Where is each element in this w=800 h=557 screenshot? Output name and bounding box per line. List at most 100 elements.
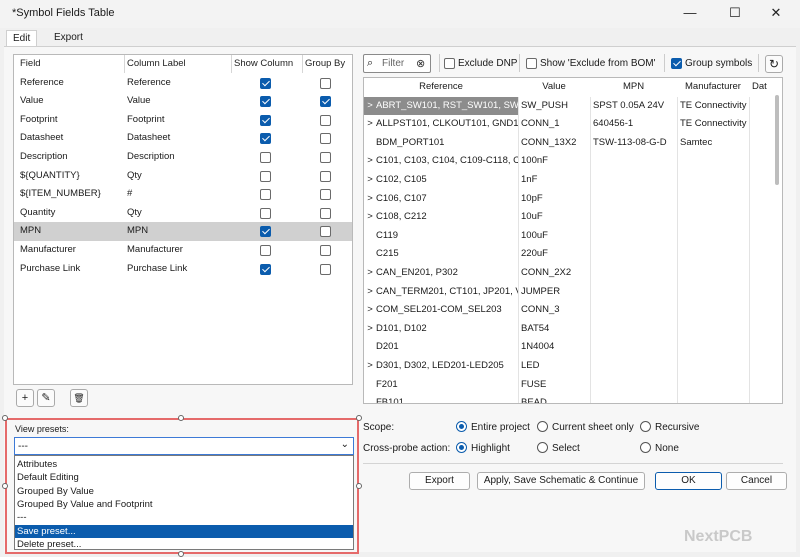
group-by-checkbox[interactable] (320, 207, 331, 219)
grid-row[interactable]: > C108, C212 10uF (364, 208, 774, 227)
field-row[interactable]: ${QUANTITY} Qty (14, 167, 352, 186)
grid-row[interactable]: F201 FUSE (364, 376, 774, 395)
header-column-label[interactable]: Column Label (127, 55, 227, 74)
clear-filter-icon[interactable]: ⊗ (416, 57, 425, 70)
field-row[interactable]: Footprint Footprint (14, 111, 352, 130)
grid-header-datasheet[interactable]: Dat (749, 78, 779, 97)
field-row[interactable]: MPN MPN (14, 222, 352, 241)
grid-header-mpn[interactable]: MPN (590, 78, 677, 97)
field-column-label[interactable]: Qty (127, 167, 231, 186)
field-column-label[interactable]: Description (127, 148, 231, 167)
preset-option[interactable]: Attributes (15, 458, 353, 471)
grid-header-reference[interactable]: Reference (364, 78, 518, 97)
grid-row[interactable]: > ALLPST101, CLKOUT101, GND101 CONN_1 64045… (364, 115, 774, 134)
close-button[interactable]: ✕ (754, 2, 798, 26)
minimize-button[interactable]: — (668, 2, 712, 26)
scope-recursive-radio[interactable] (640, 421, 651, 432)
show-column-checkbox[interactable] (260, 152, 271, 163)
grid-row[interactable]: C215 220uF (364, 245, 774, 264)
expand-chevron-icon[interactable]: > (364, 301, 376, 320)
show-column-checkbox[interactable] (260, 114, 271, 126)
expand-chevron-icon[interactable]: > (364, 357, 376, 376)
header-field[interactable]: Field (20, 55, 120, 74)
group-by-checkbox[interactable] (320, 245, 331, 256)
field-row[interactable]: Manufacturer Manufacturer (14, 241, 352, 260)
group-by-checkbox[interactable] (320, 77, 331, 89)
group-by-checkbox[interactable] (320, 170, 331, 182)
crossprobe-select-radio[interactable] (537, 442, 548, 453)
group-by-checkbox[interactable] (320, 189, 331, 201)
group-by-checkbox[interactable] (320, 96, 331, 108)
view-presets-dropdown[interactable]: --- ⌄ (14, 437, 354, 455)
field-row[interactable]: Reference Reference (14, 74, 352, 93)
field-column-label[interactable]: Footprint (127, 111, 231, 130)
group-by-checkbox[interactable] (320, 263, 331, 275)
field-row[interactable]: Value Value (14, 92, 352, 111)
field-column-label[interactable]: Datasheet (127, 129, 231, 148)
apply-save-continue-button[interactable]: Apply, Save Schematic & Continue (477, 472, 645, 490)
show-column-checkbox[interactable] (260, 170, 271, 182)
preset-option[interactable]: Default Editing (15, 471, 353, 484)
crossprobe-none-radio[interactable] (640, 442, 651, 453)
field-column-label[interactable]: Purchase Link (127, 260, 231, 279)
grid-row[interactable]: > COM_SEL201-COM_SEL203 CONN_3 (364, 301, 774, 320)
filter-input[interactable]: ⌕ Filter ⊗ (363, 54, 431, 73)
grid-header-value[interactable]: Value (518, 78, 590, 97)
field-column-label[interactable]: MPN (127, 222, 231, 241)
cancel-button[interactable]: Cancel (726, 472, 787, 490)
resize-handle[interactable] (356, 483, 362, 489)
group-by-checkbox[interactable] (320, 133, 331, 145)
header-group-by[interactable]: Group By (305, 55, 351, 74)
field-column-label[interactable]: Manufacturer (127, 241, 231, 260)
preset-option[interactable]: Delete preset... (15, 538, 353, 551)
group-symbols-checkbox[interactable] (671, 58, 682, 69)
expand-chevron-icon[interactable]: > (364, 171, 376, 190)
ok-button[interactable]: OK (655, 472, 722, 490)
field-row[interactable]: Purchase Link Purchase Link (14, 260, 352, 279)
grid-header-manufacturer[interactable]: Manufacturer (677, 78, 749, 97)
export-button[interactable]: Export (409, 472, 470, 490)
grid-row[interactable]: D201 1N4004 (364, 338, 774, 357)
crossprobe-highlight-radio[interactable] (456, 442, 467, 453)
exclude-dnp-checkbox[interactable] (444, 58, 455, 69)
expand-chevron-icon[interactable]: > (364, 152, 376, 171)
tab-export[interactable]: Export (48, 30, 89, 47)
edit-field-button[interactable]: ✎ (37, 389, 55, 407)
grid-row[interactable]: C119 100uF (364, 227, 774, 246)
scope-entire-project-radio[interactable] (456, 421, 467, 432)
expand-chevron-icon[interactable]: > (364, 208, 376, 227)
expand-chevron-icon[interactable]: > (364, 264, 376, 283)
resize-handle[interactable] (356, 415, 362, 421)
expand-chevron-icon[interactable]: > (364, 115, 376, 134)
grid-scrollbar[interactable] (775, 95, 779, 185)
field-row[interactable]: Quantity Qty (14, 204, 352, 223)
show-column-checkbox[interactable] (260, 245, 271, 256)
grid-row[interactable]: BDM_PORT101 CONN_13X2 TSW-113-08-G-D Samtec (364, 134, 774, 153)
show-column-checkbox[interactable] (260, 263, 271, 275)
header-show-column[interactable]: Show Column (234, 55, 302, 74)
add-field-button[interactable]: + (16, 389, 34, 407)
expand-chevron-icon[interactable]: > (364, 97, 376, 116)
grid-row[interactable]: > C102, C105 1nF (364, 171, 774, 190)
resize-handle[interactable] (178, 551, 184, 557)
expand-chevron-icon[interactable]: > (364, 190, 376, 209)
show-column-checkbox[interactable] (260, 77, 271, 89)
grid-row[interactable]: >CAN_TERM201, CT101, JP201, VDDJUMPER (364, 283, 774, 302)
refresh-icon[interactable]: ↻ (765, 55, 783, 73)
preset-option[interactable]: Grouped By Value (15, 485, 353, 498)
grid-row[interactable]: > D301, D302, LED201-LED205 LED (364, 357, 774, 376)
resize-handle[interactable] (2, 415, 8, 421)
show-column-checkbox[interactable] (260, 189, 271, 201)
expand-chevron-icon[interactable]: > (364, 320, 376, 339)
scope-current-sheet-radio[interactable] (537, 421, 548, 432)
field-column-label[interactable]: Qty (127, 204, 231, 223)
show-column-checkbox[interactable] (260, 133, 271, 145)
expand-chevron-icon[interactable]: > (364, 283, 376, 302)
grid-row[interactable]: FB101 BEAD (364, 394, 774, 403)
field-row[interactable]: Description Description (14, 148, 352, 167)
show-excluded-checkbox[interactable] (526, 58, 537, 69)
grid-row[interactable]: >ABRT_SW101, RST_SW101, SW201SW_PUSH SPST… (364, 96, 774, 116)
field-column-label[interactable]: # (127, 185, 231, 204)
show-column-checkbox[interactable] (260, 96, 271, 108)
preset-option[interactable]: Grouped By Value and Footprint (15, 498, 353, 511)
